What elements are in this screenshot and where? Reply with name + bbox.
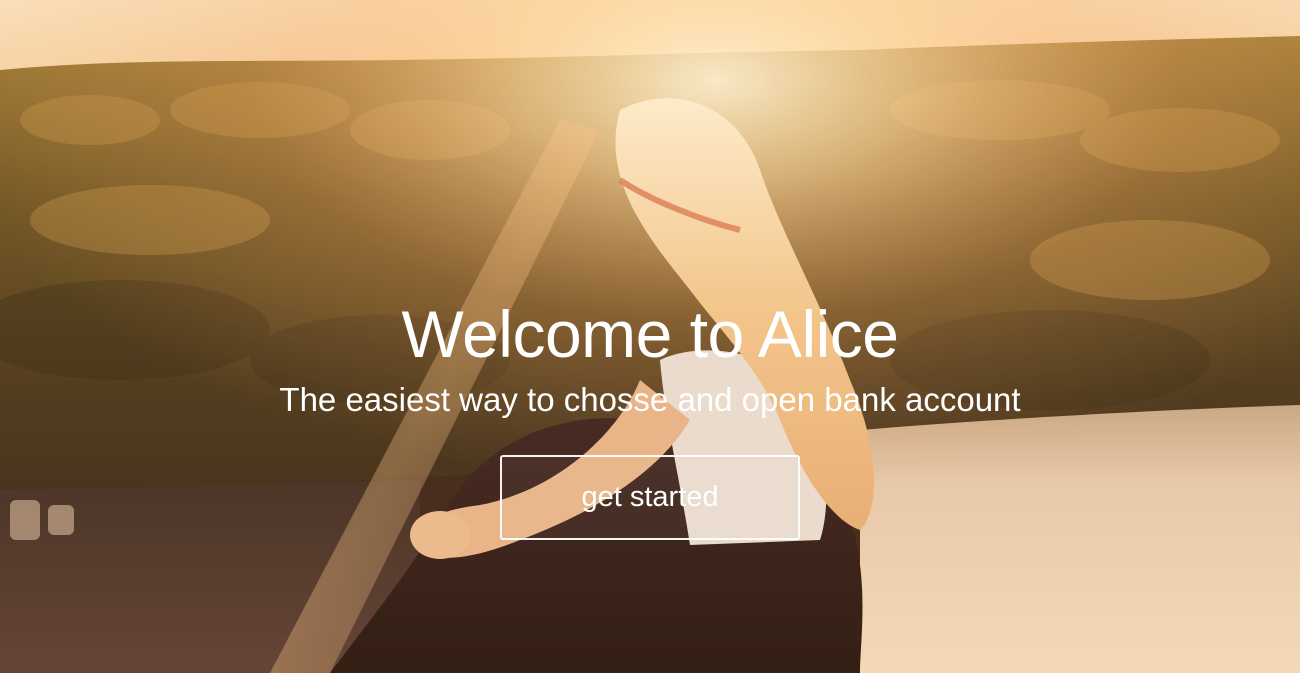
page-title: Welcome to Alice: [401, 297, 900, 371]
get-started-button[interactable]: get started: [500, 455, 800, 540]
page-subtitle: The easiest way to chosse and open bank …: [279, 381, 1021, 418]
hero-content: Welcome to Alice The easiest way to chos…: [0, 0, 1300, 673]
hero-section: Welcome to Alice The easiest way to chos…: [0, 0, 1300, 673]
